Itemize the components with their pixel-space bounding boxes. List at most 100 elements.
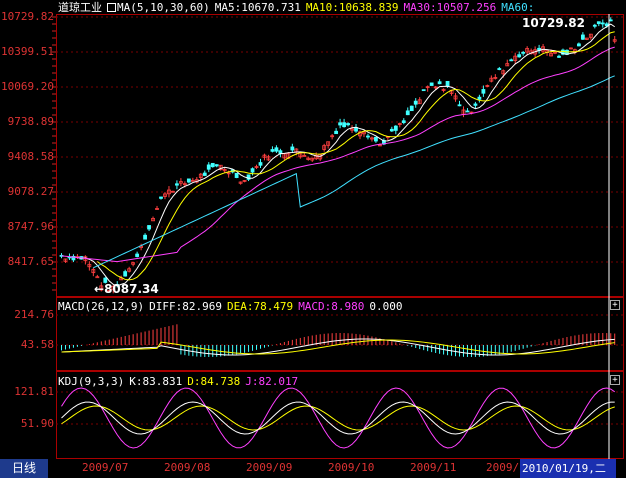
price-axis-label: 10729.82 [1, 10, 54, 23]
ma-label: MA(5,10,30,60) [117, 1, 210, 14]
ma10-value: MA10:10638.839 [305, 1, 399, 14]
candle-body [437, 81, 442, 85]
diff-value: DIFF:82.969 [149, 300, 222, 313]
price-axis-label: 10069.20 [1, 80, 54, 93]
ma60-value: MA60: [501, 1, 535, 14]
candle-body [608, 19, 613, 22]
candle-body [521, 51, 526, 54]
candle-body [421, 89, 426, 92]
candle-body [374, 136, 378, 142]
candle-body [334, 130, 339, 135]
low-marker-value: 8087.34 [104, 282, 159, 296]
ma10-line [97, 31, 615, 281]
candle-body [186, 178, 191, 183]
macd-label: MACD(26,12,9) [58, 300, 145, 313]
candle-body [234, 172, 239, 178]
price-axis-label: 9078.27 [7, 185, 54, 198]
kdj-j-line [61, 387, 616, 449]
kdj-axis-label: 121.81 [14, 385, 54, 398]
current-date-display: 2010/01/19,二 [520, 459, 616, 478]
kdj-label: KDJ(9,3,3) [58, 375, 125, 388]
x-axis-label: 2009/10 [328, 461, 375, 474]
macd-axis-label: 43.58 [20, 338, 54, 351]
candle-body [413, 100, 418, 105]
candle-body [270, 149, 275, 152]
kdj-axis-label: 51.90 [20, 417, 54, 430]
price-axis-label: 9408.58 [7, 150, 54, 163]
candle-body [445, 80, 450, 87]
candle-body [389, 128, 394, 132]
macd-value: MACD:8.980 [298, 300, 365, 313]
candle-body [393, 125, 398, 131]
price-axis-label: 8417.65 [7, 255, 54, 268]
index-title: 道琼工业 [58, 1, 102, 14]
candle-body [342, 122, 346, 128]
candle-body [405, 110, 410, 116]
candle-body [258, 162, 263, 166]
x-axis-label: 2009/11 [410, 461, 457, 474]
ma60-line [93, 75, 615, 269]
candle-body [274, 147, 279, 152]
candle-body [429, 82, 434, 86]
candle-body [457, 104, 462, 107]
candle-body [338, 122, 343, 126]
x-axis-label: 2009/07 [82, 461, 129, 474]
candle-body [557, 55, 561, 58]
d-value: D:84.738 [187, 375, 241, 388]
x-axis-label: 2009/09 [246, 461, 293, 474]
candle-body [600, 22, 605, 25]
candle-body [577, 43, 581, 47]
price-legend: 道琼工业 MA(5,10,30,60) MA5:10670.731 MA10:1063… [58, 1, 539, 14]
candle-body [302, 155, 307, 157]
candle-body [596, 21, 601, 25]
candle-body [135, 253, 140, 257]
dea-value: DEA:78.479 [226, 300, 294, 313]
high-marker: 10729.82 [522, 16, 586, 30]
candle-body [366, 135, 370, 138]
candle-body [481, 89, 486, 94]
macd-axis-label: 214.76 [14, 308, 54, 321]
ma30-value: MA30:10507.256 [403, 1, 497, 14]
ma5-value: MA5:10670.731 [214, 1, 301, 14]
candle-body [401, 120, 406, 124]
candle-body [143, 234, 147, 240]
kdj-expand-button[interactable]: + [610, 375, 620, 385]
candle-body [159, 196, 163, 199]
candle-body [580, 34, 585, 40]
low-marker: ←8087.34 [94, 282, 159, 296]
candle-body [147, 225, 151, 230]
candle-body [473, 103, 478, 106]
candle-body [346, 123, 350, 126]
candle-body [250, 168, 255, 173]
k-value: K:83.831 [129, 375, 183, 388]
candle-body [95, 276, 100, 279]
candle-body [465, 110, 470, 113]
macd-expand-button[interactable]: + [610, 300, 620, 310]
macd-legend: MACD(26,12,9) DIFF:82.969 DEA:78.479 MACD:8… [58, 300, 408, 313]
price-axis-label: 10399.51 [1, 45, 54, 58]
x-axis-label: 2009/08 [164, 461, 211, 474]
price-axis-label: 9738.89 [7, 115, 54, 128]
candle-body [592, 24, 597, 27]
extra-value: 0.000 [369, 300, 403, 313]
j-value: J:82.017 [245, 375, 299, 388]
candle-body [477, 96, 482, 100]
period-tab-daily[interactable]: 日线 [0, 459, 48, 478]
candle-body [214, 164, 219, 167]
price-axis-label: 8747.96 [7, 220, 54, 233]
candle-body [123, 271, 128, 277]
candle-body [290, 146, 295, 151]
candle-body [517, 54, 522, 58]
candle-body [409, 105, 414, 112]
candle-body [175, 183, 179, 186]
candle-body [210, 162, 215, 168]
ma30-line [61, 46, 615, 263]
candle-body [202, 172, 207, 176]
candle-body [206, 164, 211, 170]
diff-line [61, 338, 615, 356]
ma-icon [107, 3, 116, 12]
stock-chart-canvas [52, 14, 624, 459]
candle-body [509, 59, 514, 62]
candle-body [497, 68, 502, 70]
kdj-legend: KDJ(9,3,3) K:83.831 D:84.738 J:82.017 [58, 375, 303, 388]
